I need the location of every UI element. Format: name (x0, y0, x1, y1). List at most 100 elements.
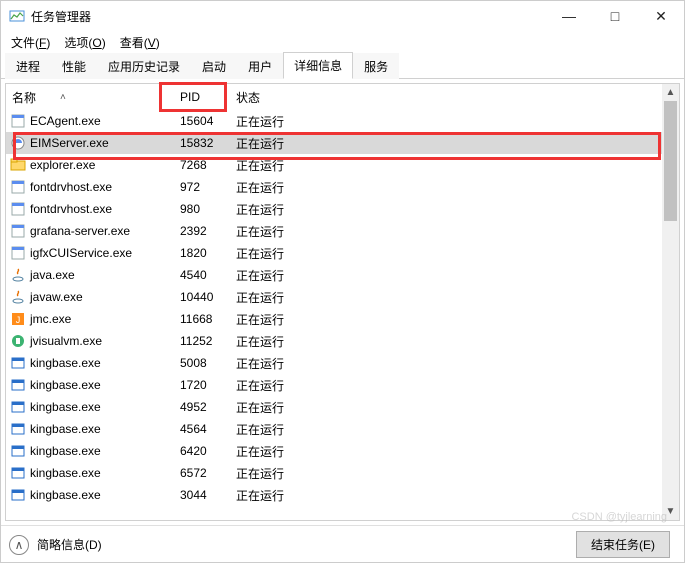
app-icon (9, 8, 25, 24)
cell-pid: 4564 (174, 422, 230, 436)
column-pid[interactable]: PID (174, 84, 230, 110)
cell-status: 正在运行 (230, 245, 679, 262)
column-status[interactable]: 状态 (230, 84, 679, 110)
table-row[interactable]: ECAgent.exe15604正在运行 (6, 110, 679, 132)
process-icon (10, 355, 26, 371)
table-header: 名称 ˄ PID 状态 (6, 84, 679, 110)
scroll-down-icon[interactable]: ▼ (662, 503, 679, 520)
window-title: 任务管理器 (31, 8, 546, 25)
cell-status: 正在运行 (230, 399, 679, 416)
tab[interactable]: 详细信息 (283, 52, 353, 79)
table-row[interactable]: EIMServer.exe15832正在运行 (6, 132, 679, 154)
cell-name: fontdrvhost.exe (6, 201, 174, 217)
cell-pid: 1720 (174, 378, 230, 392)
table-row[interactable]: kingbase.exe4564正在运行 (6, 418, 679, 440)
process-panel: 名称 ˄ PID 状态 ECAgent.exe15604正在运行EIMServe… (5, 83, 680, 521)
menu-item[interactable]: 选项(O) (58, 32, 111, 53)
menu-bar: 文件(F)选项(O)查看(V) (1, 31, 684, 53)
table-row[interactable]: kingbase.exe6572正在运行 (6, 462, 679, 484)
tab[interactable]: 用户 (237, 53, 283, 79)
end-task-button[interactable]: 结束任务(E) (576, 531, 670, 558)
process-icon (10, 421, 26, 437)
process-icon (10, 377, 26, 393)
table-row[interactable]: javaw.exe 10440正在运行 (6, 286, 679, 308)
fewer-details-link[interactable]: 简略信息(D) (37, 536, 102, 553)
table-row[interactable]: kingbase.exe4952正在运行 (6, 396, 679, 418)
process-name: igfxCUIService.exe (30, 246, 132, 260)
table-row[interactable]: explorer.exe7268正在运行 (6, 154, 679, 176)
process-icon (10, 135, 26, 151)
cell-pid: 4952 (174, 400, 230, 414)
cell-pid: 15832 (174, 136, 230, 150)
cell-pid: 10440 (174, 290, 230, 304)
table-row[interactable]: kingbase.exe3044正在运行 (6, 484, 679, 506)
table-row[interactable]: fontdrvhost.exe980正在运行 (6, 198, 679, 220)
process-icon (10, 333, 26, 349)
tab[interactable]: 服务 (353, 53, 399, 79)
table-row[interactable]: igfxCUIService.exe1820正在运行 (6, 242, 679, 264)
cell-pid: 11668 (174, 312, 230, 326)
table-row[interactable]: kingbase.exe6420正在运行 (6, 440, 679, 462)
tab[interactable]: 进程 (5, 53, 51, 79)
process-icon (10, 487, 26, 503)
process-name: grafana-server.exe (30, 224, 130, 238)
cell-pid: 980 (174, 202, 230, 216)
process-icon (10, 267, 26, 283)
scroll-up-icon[interactable]: ▲ (662, 84, 679, 101)
cell-name: igfxCUIService.exe (6, 245, 174, 261)
menu-item[interactable]: 文件(F) (5, 32, 56, 53)
process-icon: J (10, 311, 26, 327)
cell-status: 正在运行 (230, 311, 679, 328)
cell-status: 正在运行 (230, 223, 679, 240)
process-name: fontdrvhost.exe (30, 180, 112, 194)
table-row[interactable]: grafana-server.exe2392正在运行 (6, 220, 679, 242)
tab[interactable]: 启动 (191, 53, 237, 79)
tab-strip: 进程性能应用历史记录启动用户详细信息服务 (1, 53, 684, 79)
process-name: kingbase.exe (30, 378, 101, 392)
cell-pid: 7268 (174, 158, 230, 172)
minimize-button[interactable]: — (546, 1, 592, 31)
fewer-details-icon[interactable]: ∧ (9, 535, 29, 555)
vertical-scrollbar[interactable]: ▲ ▼ (662, 84, 679, 520)
cell-pid: 972 (174, 180, 230, 194)
cell-status: 正在运行 (230, 289, 679, 306)
table-row[interactable]: fontdrvhost.exe972正在运行 (6, 176, 679, 198)
cell-status: 正在运行 (230, 267, 679, 284)
process-name: java.exe (30, 268, 75, 282)
cell-name: javaw.exe (6, 289, 174, 305)
table-row[interactable]: Jjmc.exe11668正在运行 (6, 308, 679, 330)
cell-name: kingbase.exe (6, 399, 174, 415)
process-icon (10, 113, 26, 129)
table-row[interactable]: kingbase.exe 1720正在运行 (6, 374, 679, 396)
cell-name: kingbase.exe (6, 421, 174, 437)
process-icon (10, 179, 26, 195)
cell-status: 正在运行 (230, 135, 679, 152)
table-row[interactable]: kingbase.exe5008正在运行 (6, 352, 679, 374)
process-icon (10, 245, 26, 261)
process-name: javaw.exe (30, 290, 83, 304)
table-row[interactable]: jvisualvm.exe11252正在运行 (6, 330, 679, 352)
cell-status: 正在运行 (230, 443, 679, 460)
process-name: kingbase.exe (30, 466, 101, 480)
process-icon (10, 223, 26, 239)
cell-status: 正在运行 (230, 377, 679, 394)
cell-pid: 6572 (174, 466, 230, 480)
process-name: kingbase.exe (30, 488, 101, 502)
menu-item[interactable]: 查看(V) (114, 32, 166, 53)
column-pid-label: PID (180, 90, 200, 104)
tab[interactable]: 性能 (51, 53, 97, 79)
table-row[interactable]: java.exe4540正在运行 (6, 264, 679, 286)
scroll-thumb[interactable] (664, 101, 677, 221)
sort-asc-icon: ˄ (60, 92, 66, 103)
process-icon (10, 201, 26, 217)
cell-pid: 15604 (174, 114, 230, 128)
process-name: jvisualvm.exe (30, 334, 102, 348)
close-button[interactable]: ✕ (638, 1, 684, 31)
process-name: kingbase.exe (30, 444, 101, 458)
cell-name: ECAgent.exe (6, 113, 174, 129)
tab[interactable]: 应用历史记录 (97, 53, 191, 79)
maximize-button[interactable]: □ (592, 1, 638, 31)
column-name[interactable]: 名称 ˄ (6, 84, 174, 110)
process-icon (10, 465, 26, 481)
process-icon (10, 443, 26, 459)
